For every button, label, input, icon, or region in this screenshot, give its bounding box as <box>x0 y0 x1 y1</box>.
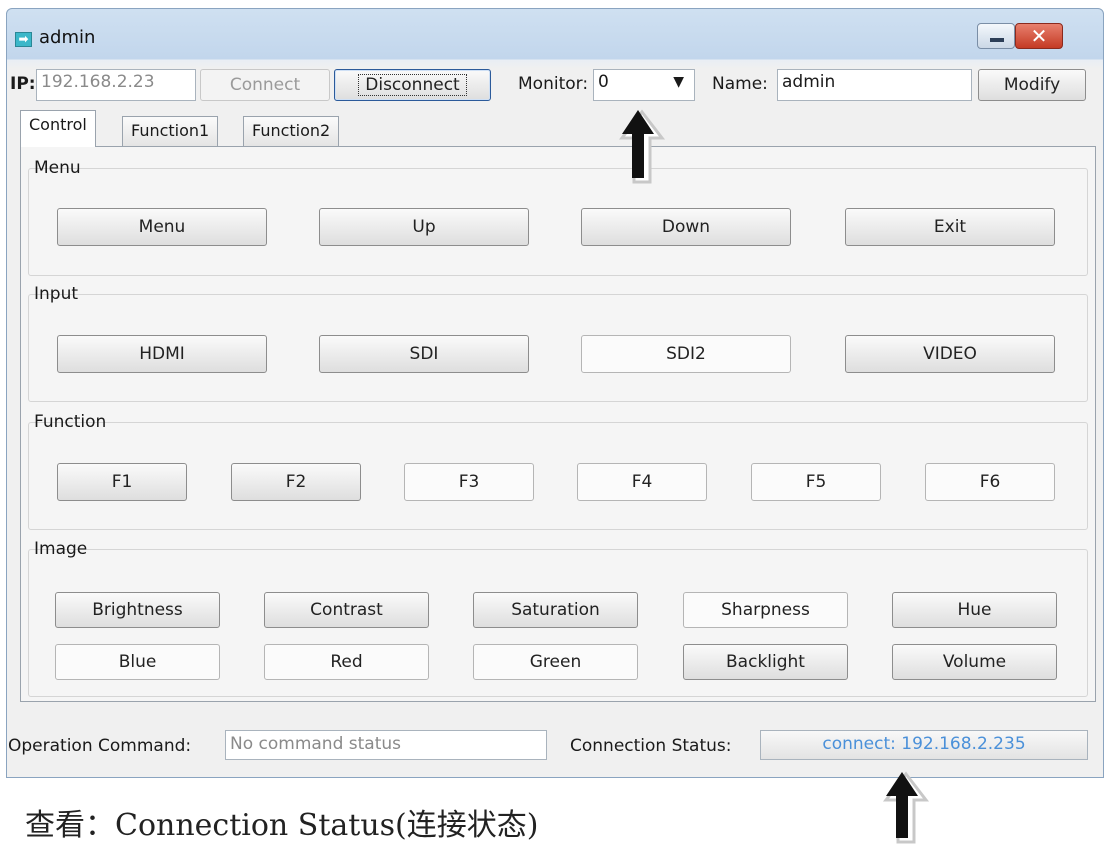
ip-input[interactable]: 192.168.2.23 <box>36 69 196 101</box>
caption-text: 查看：Connection Status(连接状态) <box>25 808 539 843</box>
f2-button[interactable]: F2 <box>231 463 361 501</box>
menu-group-title: Menu <box>34 158 81 178</box>
brightness-button[interactable]: Brightness <box>55 592 220 628</box>
video-button[interactable]: VIDEO <box>845 335 1055 373</box>
input-group-title: Input <box>34 284 79 304</box>
volume-button[interactable]: Volume <box>892 644 1057 680</box>
blue-button[interactable]: Blue <box>55 644 220 680</box>
monitor-value: 0 <box>598 72 609 92</box>
close-button[interactable]: ✕ <box>1015 23 1063 49</box>
dropdown-arrow-icon: ▼ <box>673 74 684 90</box>
exit-button[interactable]: Exit <box>845 208 1055 246</box>
f1-button[interactable]: F1 <box>57 463 187 501</box>
arrow-up-icon <box>882 771 930 844</box>
sharpness-button[interactable]: Sharpness <box>683 592 848 628</box>
operation-command-field: No command status <box>225 730 547 760</box>
menu-button[interactable]: Menu <box>57 208 267 246</box>
disconnect-label: Disconnect <box>358 74 467 96</box>
connection-status-label: Connection Status: <box>570 736 732 756</box>
minimize-button[interactable] <box>977 23 1015 49</box>
f5-button[interactable]: F5 <box>751 463 881 501</box>
monitor-select[interactable]: 0 ▼ <box>593 69 695 101</box>
disconnect-button[interactable]: Disconnect <box>334 69 491 101</box>
f4-button[interactable]: F4 <box>577 463 707 501</box>
operation-command-label: Operation Command: <box>8 736 192 756</box>
minimize-icon <box>990 38 1004 42</box>
up-button[interactable]: Up <box>319 208 529 246</box>
connection-status-field: connect: 192.168.2.235 <box>760 730 1088 760</box>
modify-button[interactable]: Modify <box>978 69 1086 101</box>
tab-function1[interactable]: Function1 <box>122 116 219 146</box>
name-input[interactable]: admin <box>777 69 972 101</box>
f6-button[interactable]: F6 <box>925 463 1055 501</box>
green-button[interactable]: Green <box>473 644 638 680</box>
contrast-button[interactable]: Contrast <box>264 592 429 628</box>
name-label: Name: <box>712 74 768 94</box>
image-group-title: Image <box>34 539 88 559</box>
hue-button[interactable]: Hue <box>892 592 1057 628</box>
function-group-title: Function <box>34 412 107 432</box>
connect-button[interactable]: Connect <box>200 69 330 101</box>
sdi-button[interactable]: SDI <box>319 335 529 373</box>
window-title: admin <box>39 27 96 48</box>
sdi2-button[interactable]: SDI2 <box>581 335 791 373</box>
tab-control[interactable]: Control <box>20 110 96 147</box>
hdmi-button[interactable]: HDMI <box>57 335 267 373</box>
title-bar[interactable]: ➡ admin ✕ <box>7 9 1103 59</box>
close-icon: ✕ <box>1030 24 1048 48</box>
arrow-right-icon: ➡ <box>15 32 32 47</box>
arrow-up-icon <box>618 109 666 184</box>
ip-label: IP: <box>10 74 36 94</box>
tab-function2[interactable]: Function2 <box>243 116 340 146</box>
saturation-button[interactable]: Saturation <box>473 592 638 628</box>
backlight-button[interactable]: Backlight <box>683 644 848 680</box>
down-button[interactable]: Down <box>581 208 791 246</box>
red-button[interactable]: Red <box>264 644 429 680</box>
f3-button[interactable]: F3 <box>404 463 534 501</box>
monitor-label: Monitor: <box>518 74 589 94</box>
